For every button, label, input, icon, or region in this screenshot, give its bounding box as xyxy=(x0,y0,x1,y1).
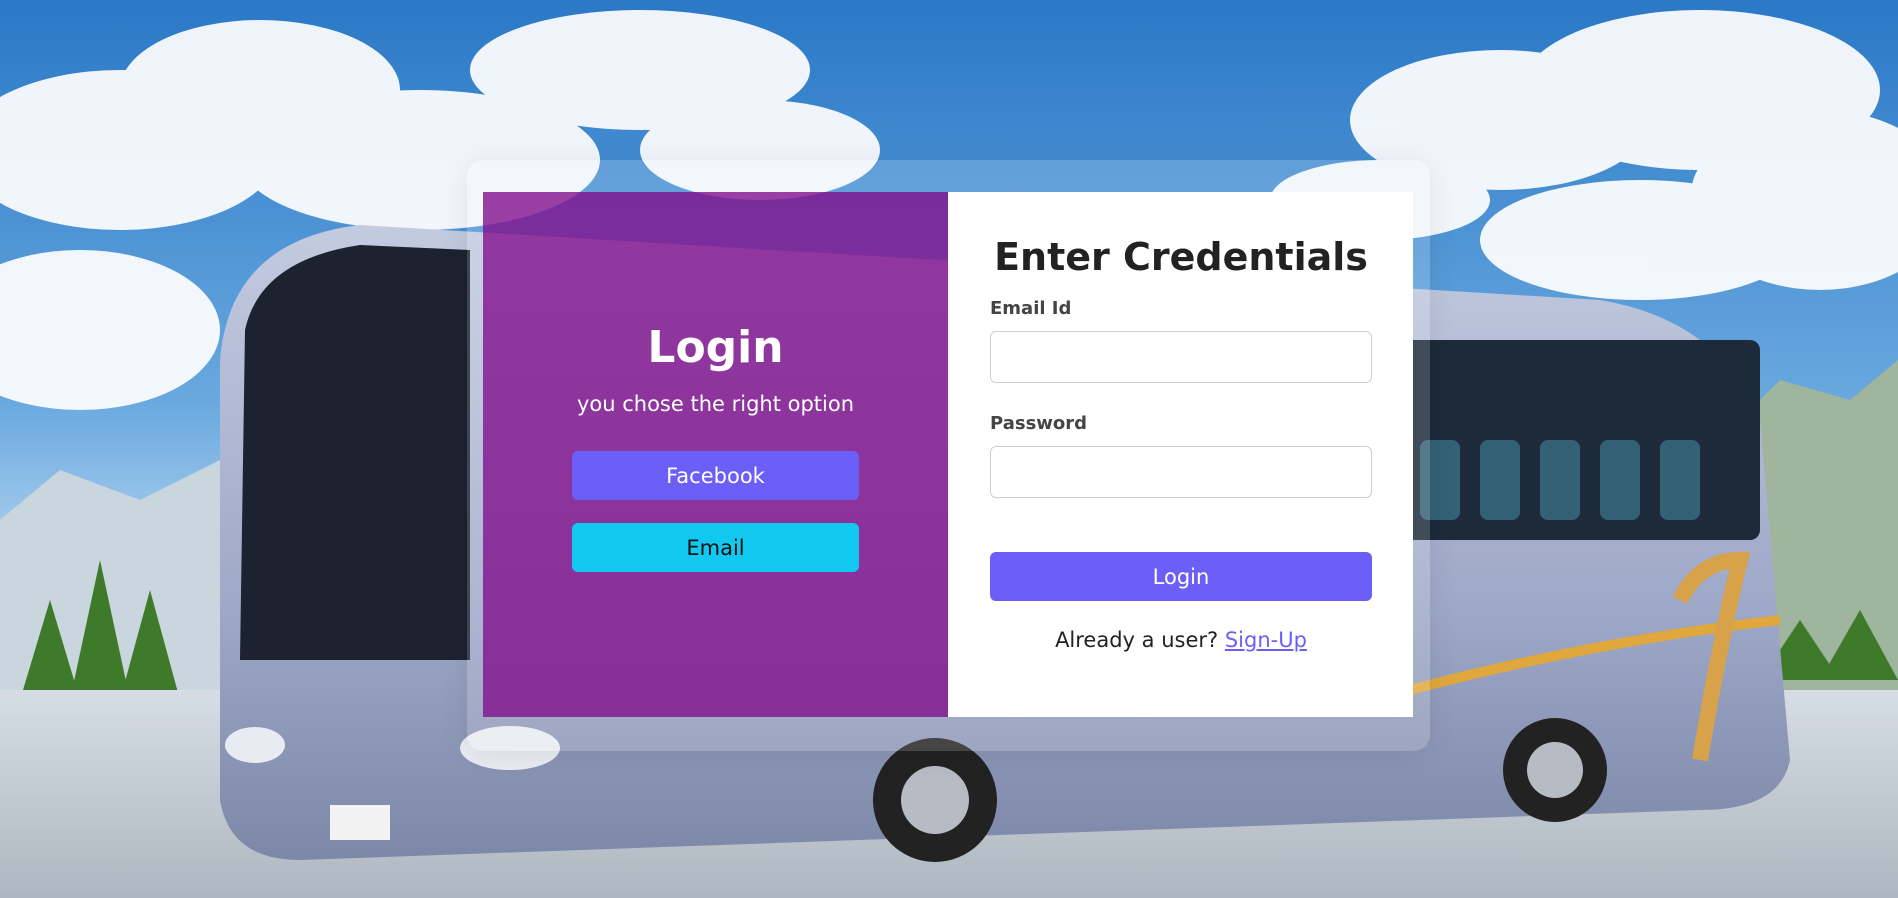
signup-row: Already a user? Sign-Up xyxy=(990,630,1372,651)
signup-link[interactable]: Sign-Up xyxy=(1225,628,1307,652)
password-field[interactable] xyxy=(990,446,1372,498)
email-button[interactable]: Email xyxy=(572,523,859,572)
credentials-form: Enter Credentials Email Id Password Logi… xyxy=(948,192,1413,717)
login-button[interactable]: Login xyxy=(990,552,1372,601)
email-label: Email Id xyxy=(990,298,1072,319)
signup-prompt: Already a user? xyxy=(1055,628,1225,652)
facebook-button[interactable]: Facebook xyxy=(572,451,859,500)
form-title: Enter Credentials xyxy=(994,235,1368,279)
password-label: Password xyxy=(990,413,1088,434)
login-card: Login you chose the right option Faceboo… xyxy=(483,192,1413,717)
login-subtitle: you chose the right option xyxy=(576,392,855,416)
login-heading: Login xyxy=(647,322,784,373)
email-field[interactable] xyxy=(990,331,1372,383)
login-options-panel: Login you chose the right option Faceboo… xyxy=(483,192,948,717)
